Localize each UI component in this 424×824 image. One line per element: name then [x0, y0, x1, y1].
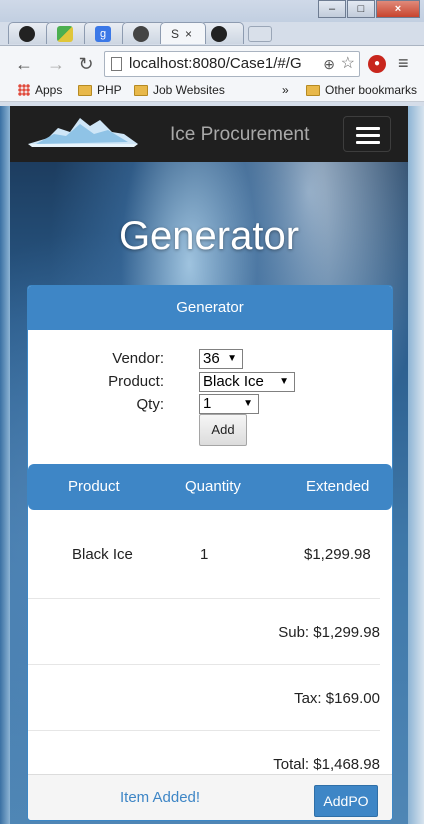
new-tab-button[interactable] — [248, 26, 272, 42]
table-header: Product Quantity Extended — [28, 464, 392, 510]
brand-title[interactable]: Ice Procurement — [170, 124, 309, 146]
bookmark-overflow-label: » — [282, 83, 289, 97]
folder-icon — [306, 84, 320, 96]
github-icon — [211, 25, 227, 42]
bookmark-jobs-label: Job Websites — [153, 83, 225, 97]
tab-close-icon[interactable]: × — [185, 27, 192, 41]
extension-icon[interactable]: ● — [368, 55, 386, 73]
add-button[interactable]: Add — [199, 414, 247, 446]
github-icon — [19, 25, 35, 42]
bookmark-apps[interactable]: Apps — [18, 83, 62, 97]
maps-icon — [57, 25, 73, 42]
qty-label: Qty: — [136, 396, 164, 413]
row-product: Black Ice — [72, 546, 133, 563]
maximize-button[interactable]: □ — [347, 0, 375, 18]
avatar-icon — [133, 25, 149, 42]
generator-panel: Generator Vendor: 36 ▼ Product: Black Ic… — [27, 285, 393, 821]
folder-icon — [134, 84, 148, 96]
hamburger-menu-button[interactable] — [343, 116, 391, 152]
bookmark-other-label: Other bookmarks — [325, 83, 418, 97]
divider — [28, 730, 380, 731]
window-controls: – □ × — [317, 0, 420, 18]
zoom-icon[interactable]: ⊕ — [323, 52, 335, 76]
chevron-down-icon: ▼ — [227, 353, 237, 364]
browser-chrome: – □ × g S × ← → ↻ localhost:8080/Case1/#… — [0, 0, 424, 106]
bookmark-overflow[interactable]: » — [282, 83, 289, 97]
browser-toolbar: ← → ↻ localhost:8080/Case1/#/G ⊕ ☆ ● ≡ — [0, 45, 424, 81]
row-extended: $1,299.98 — [304, 546, 371, 563]
panel-heading: Generator — [28, 286, 392, 330]
app-navbar: Ice Procurement — [10, 106, 408, 162]
title-bar: – □ × — [0, 0, 424, 22]
vendor-select[interactable]: 36 ▼ — [199, 349, 243, 369]
total-text: Total: $1,468.98 — [273, 756, 380, 773]
bookmark-php-label: PHP — [97, 83, 122, 97]
qty-select-value: 1 — [203, 395, 212, 412]
vendor-select-value: 36 — [203, 350, 220, 367]
bookmark-apps-label: Apps — [35, 83, 63, 97]
vendor-label: Vendor: — [112, 350, 164, 367]
product-select[interactable]: Black Ice ▼ — [199, 372, 295, 392]
tab-active[interactable]: S × — [160, 22, 206, 44]
google-icon: g — [95, 25, 111, 42]
tab-strip: g S × — [8, 22, 272, 46]
tax-text: Tax: $169.00 — [294, 690, 380, 707]
ice-logo-icon[interactable] — [28, 114, 138, 150]
tab-github-2[interactable] — [200, 22, 244, 44]
bookmark-jobs[interactable]: Job Websites — [134, 83, 225, 97]
row-quantity: 1 — [200, 546, 209, 563]
menu-icon[interactable]: ≡ — [398, 54, 414, 72]
qty-select[interactable]: 1 ▼ — [199, 394, 259, 414]
column-header-product: Product — [68, 478, 120, 495]
chevron-down-icon: ▼ — [243, 398, 253, 409]
address-bar[interactable]: localhost:8080/Case1/#/G ⊕ ☆ — [104, 51, 360, 77]
panel-footer: Item Added! AddPO — [28, 774, 392, 820]
star-icon[interactable]: ☆ — [341, 52, 355, 76]
bookmark-php[interactable]: PHP — [78, 83, 122, 97]
close-window-button[interactable]: × — [376, 0, 420, 18]
column-header-extended: Extended — [306, 478, 370, 495]
minimize-button[interactable]: – — [318, 0, 346, 18]
product-select-value: Black Ice — [203, 373, 264, 390]
add-po-button[interactable]: AddPO — [314, 785, 378, 817]
divider — [28, 664, 380, 665]
bookmarks-bar: Apps PHP Job Websites » Other bookmarks — [0, 80, 424, 102]
divider — [28, 598, 380, 599]
reload-icon[interactable]: ↻ — [74, 52, 98, 76]
tab-title: S — [171, 26, 180, 41]
page-right-edge — [408, 106, 424, 824]
url-text: localhost:8080/Case1/#/G — [129, 55, 302, 72]
apps-grid-icon — [18, 84, 30, 96]
chevron-down-icon: ▼ — [279, 376, 289, 387]
product-label: Product: — [108, 373, 164, 390]
page-title: Generator — [118, 214, 300, 258]
back-icon[interactable]: ← — [12, 52, 36, 76]
bookmark-other[interactable]: Other bookmarks — [306, 83, 417, 97]
folder-icon — [78, 84, 92, 96]
page-viewport: Ice Procurement Generator Generator Vend… — [10, 106, 408, 824]
forward-icon[interactable]: → — [44, 52, 68, 76]
page-left-edge — [0, 106, 10, 824]
status-message: Item Added! — [120, 789, 201, 806]
page-icon — [111, 57, 122, 71]
column-header-quantity: Quantity — [185, 478, 241, 495]
subtotal-text: Sub: $1,299.98 — [278, 624, 380, 641]
